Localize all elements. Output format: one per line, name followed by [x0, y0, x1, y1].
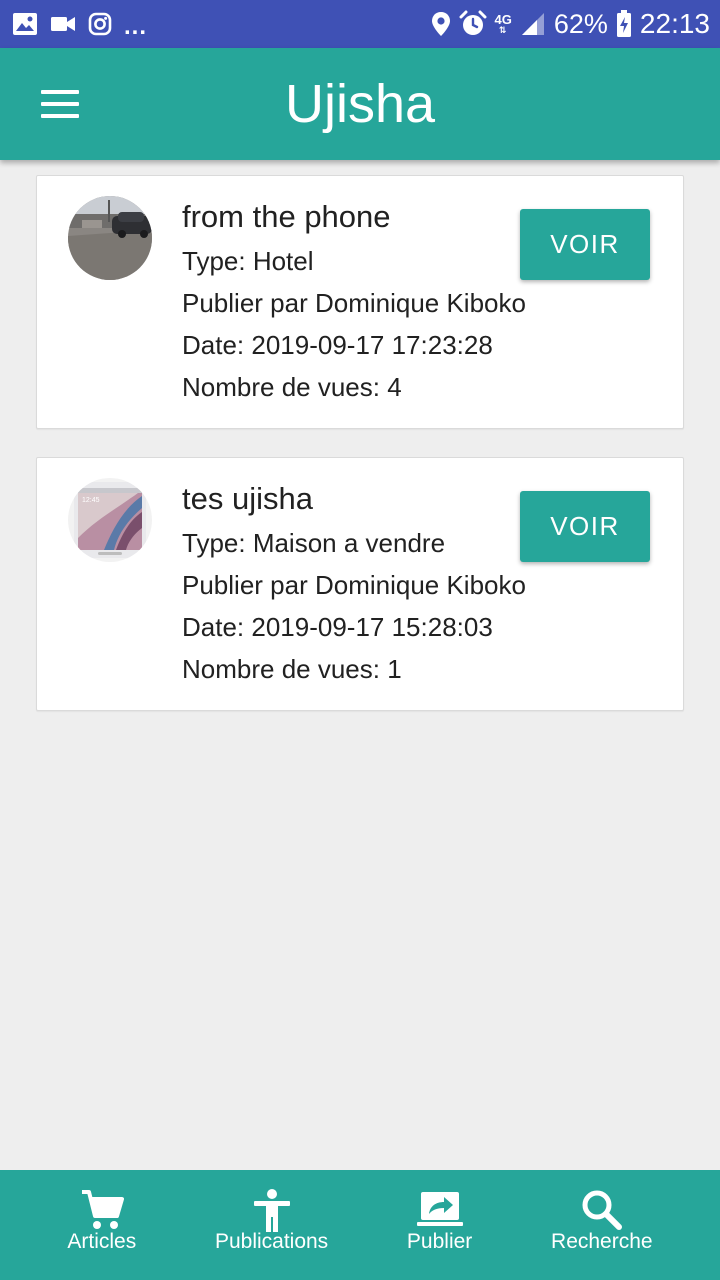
- nav-item-articles[interactable]: Articles: [67, 1170, 136, 1280]
- instagram-icon: [88, 12, 112, 36]
- nav-label: Recherche: [551, 1230, 653, 1253]
- post-views: Nombre de vues: 1: [182, 654, 402, 684]
- image-icon: [13, 13, 37, 35]
- nav-item-publier[interactable]: Publier: [407, 1170, 472, 1280]
- app-title: Ujisha: [284, 74, 436, 134]
- screen: ... 4G ⇅ 62% 22:13 Ujisha from the phone…: [0, 0, 720, 1280]
- network-arrows-icon: ⇅: [498, 25, 508, 35]
- post-title: tes ujisha: [182, 481, 313, 516]
- battery-percentage: 62%: [553, 8, 608, 39]
- video-camera-icon: [51, 17, 75, 31]
- search-icon: [582, 1190, 622, 1230]
- nav-label: Publier: [406, 1230, 473, 1253]
- status-bar-right: 4G ⇅ 62% 22:13: [423, 10, 710, 38]
- svg-text:12:45: 12:45: [82, 497, 100, 504]
- status-overflow-dots: ...: [124, 13, 148, 40]
- street-photo-thumbnail: [68, 196, 152, 280]
- status-bar-left: ...: [12, 9, 159, 39]
- signal-icon: [521, 13, 544, 35]
- status-bar: ... 4G ⇅ 62% 22:13: [0, 0, 720, 48]
- post-author: Publier par Dominique Kiboko: [182, 570, 526, 600]
- post-info: tes ujisha Type: Maison a vendre Publier…: [182, 480, 526, 690]
- post-type: Type: Maison a vendre: [182, 528, 446, 558]
- battery-charging-icon: [616, 10, 631, 37]
- post-info: from the phone Type: Hotel Publier par D…: [182, 198, 526, 408]
- alarm-icon: [459, 10, 487, 35]
- phone-screenshot-thumbnail: 12:45: [68, 478, 152, 562]
- nav-item-publications[interactable]: Publications: [215, 1170, 328, 1280]
- bottom-nav: Articles Publications Publier Recherche: [0, 1170, 720, 1280]
- post-title: from the phone: [182, 199, 391, 234]
- person-icon: [253, 1189, 290, 1232]
- network-type: 4G ⇅: [495, 13, 512, 35]
- post-card: 12:45 tes ujisha Type: Maison a vendre P…: [36, 457, 684, 711]
- post-date: Date: 2019-09-17 17:23:28: [182, 330, 493, 360]
- nav-label: Articles: [67, 1230, 137, 1253]
- post-author: Publier par Dominique Kiboko: [182, 288, 526, 318]
- post-type: Type: Hotel: [182, 246, 314, 276]
- location-pin-icon: [431, 12, 450, 36]
- status-time: 22:13: [639, 8, 710, 39]
- nav-item-recherche[interactable]: Recherche: [551, 1170, 653, 1280]
- post-thumbnail[interactable]: 12:45: [68, 478, 152, 562]
- post-views: Nombre de vues: 4: [182, 372, 402, 402]
- voir-button[interactable]: VOIR: [520, 209, 650, 280]
- share-laptop-icon: [416, 1192, 463, 1226]
- app-bar: Ujisha: [0, 48, 720, 160]
- nav-label: Publications: [214, 1230, 329, 1253]
- post-thumbnail[interactable]: [68, 196, 152, 280]
- voir-button[interactable]: VOIR: [520, 491, 650, 562]
- post-date: Date: 2019-09-17 15:28:03: [182, 612, 493, 642]
- post-card: from the phone Type: Hotel Publier par D…: [36, 175, 684, 429]
- shopping-cart-icon: [81, 1190, 124, 1229]
